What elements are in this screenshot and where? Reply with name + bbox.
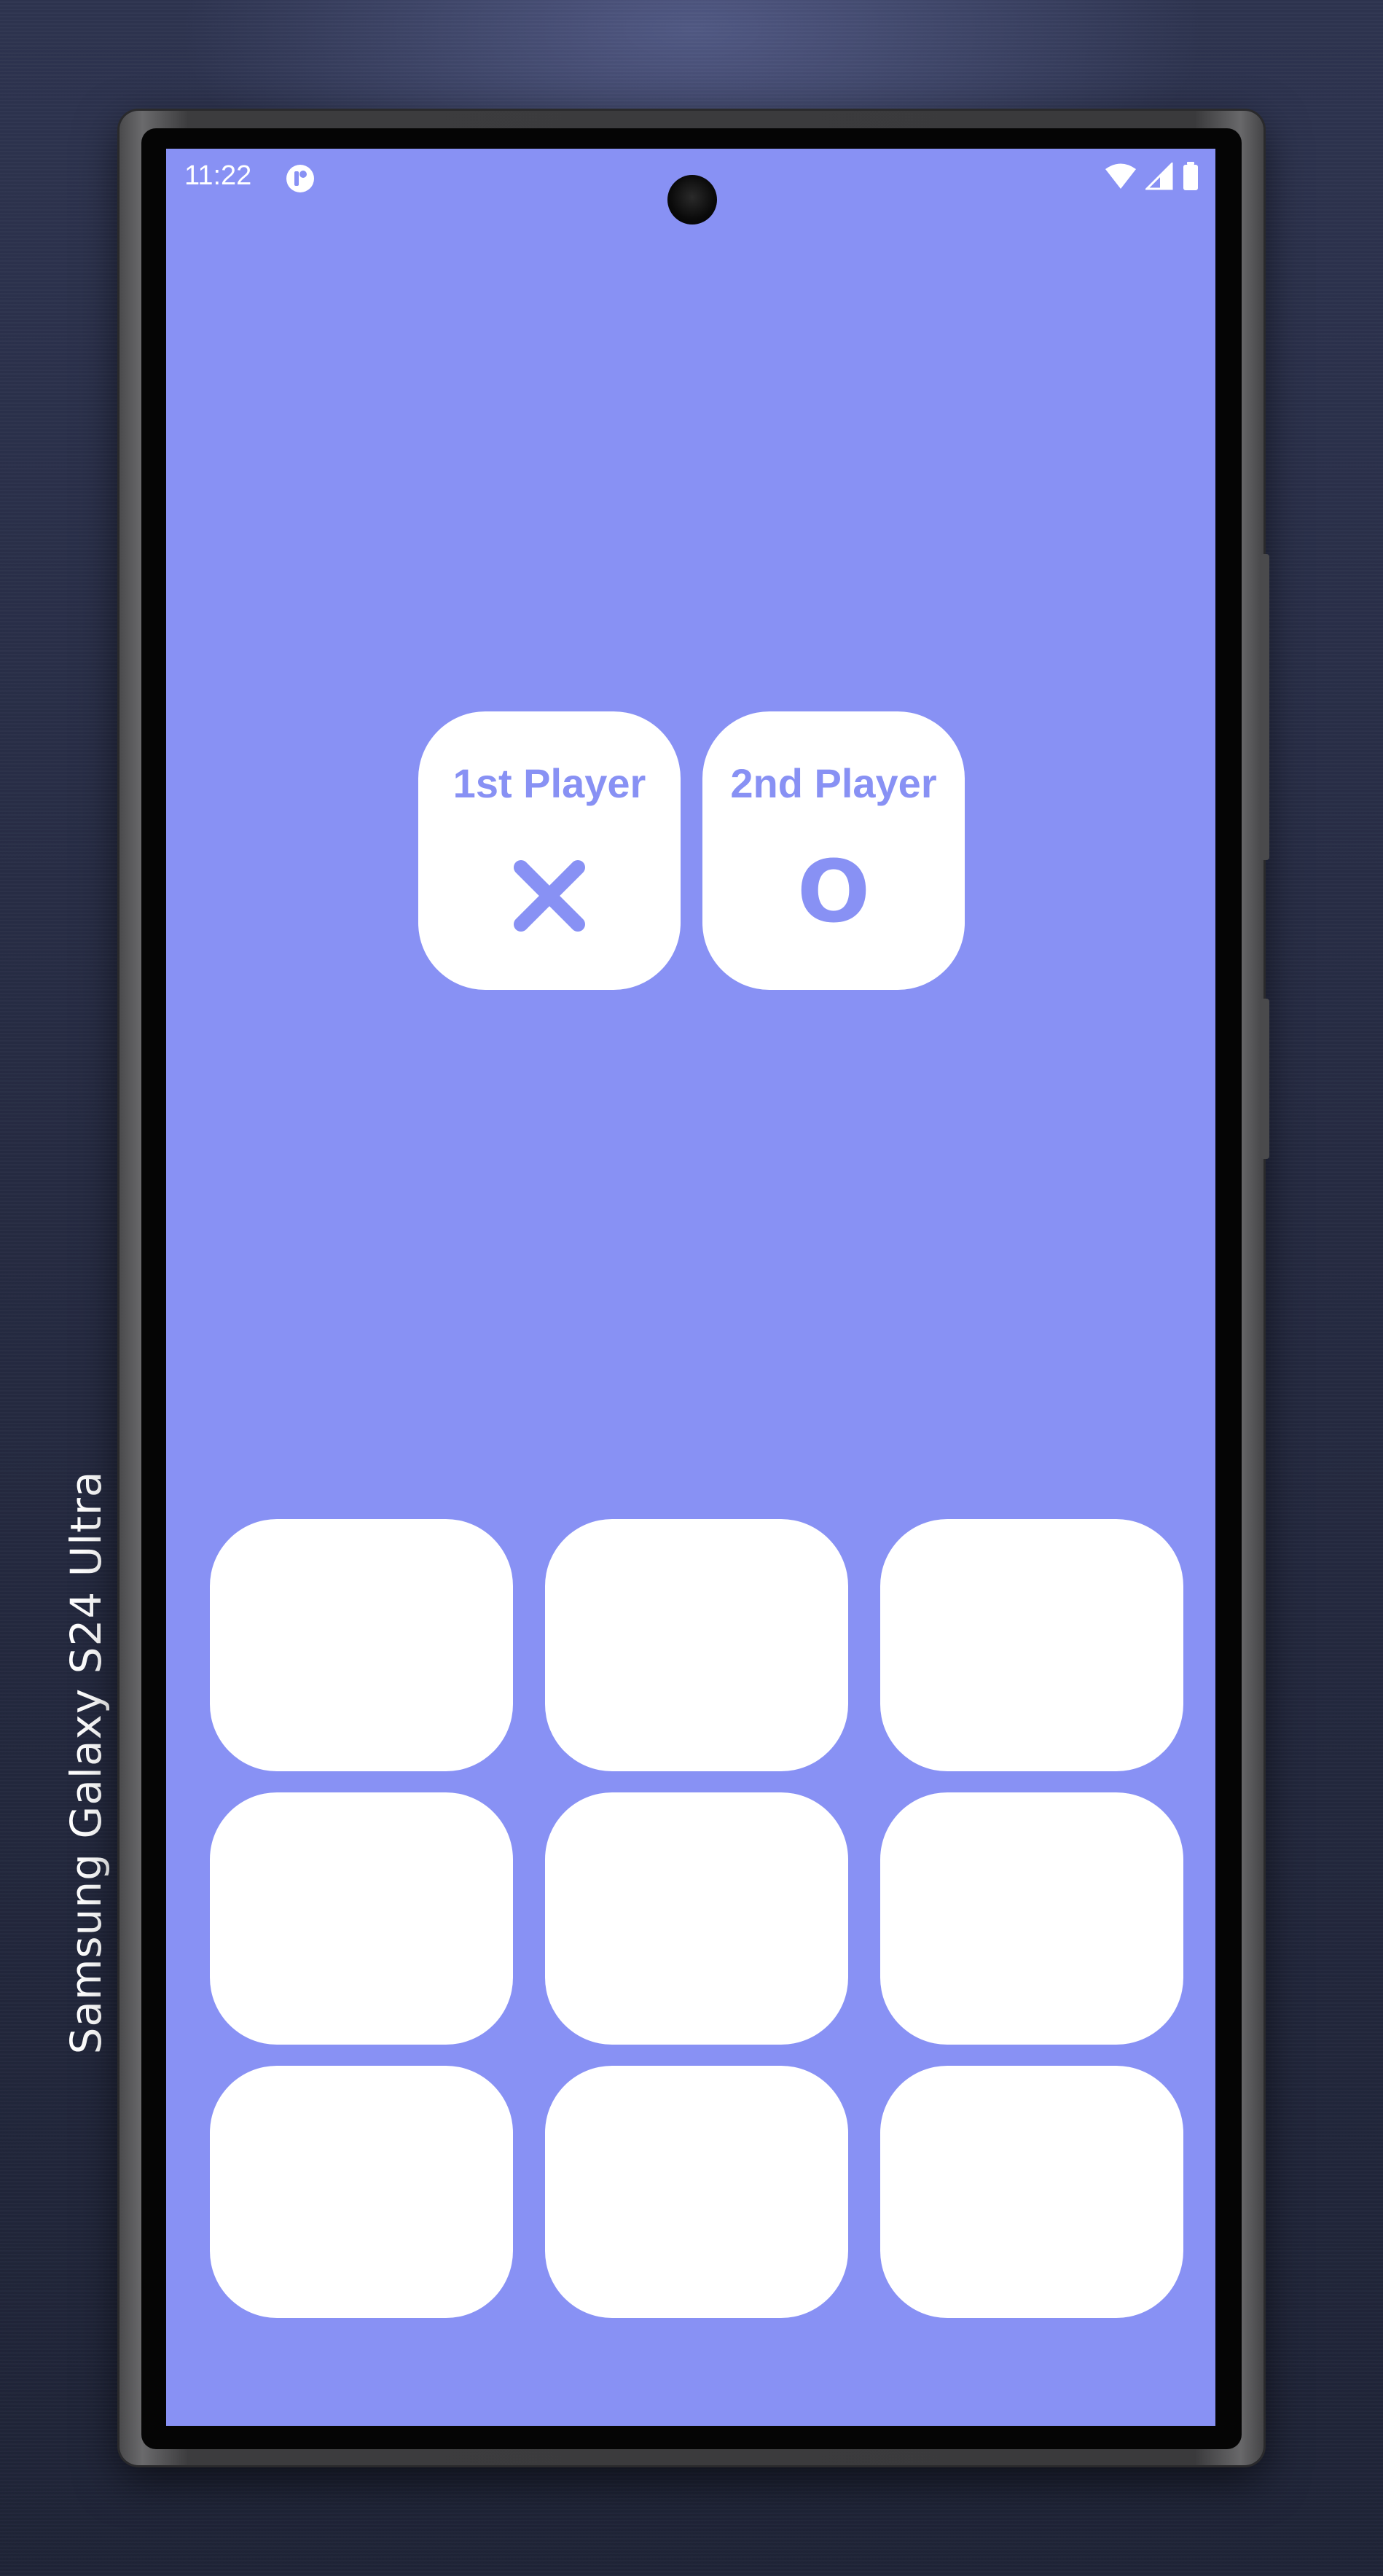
game-board xyxy=(210,1519,1183,2318)
front-camera xyxy=(667,175,717,225)
player-card-second: 2nd Player O xyxy=(702,711,965,990)
signal-icon xyxy=(1144,161,1173,194)
player-label: 1st Player xyxy=(452,760,646,806)
board-cell-1-2[interactable] xyxy=(545,1519,848,1771)
board-cell-3-1[interactable] xyxy=(210,2066,513,2318)
status-bar: 11:22 xyxy=(166,149,1215,225)
app-notification-icon xyxy=(285,163,316,194)
status-time: 11:22 xyxy=(184,160,252,191)
wifi-icon xyxy=(1105,163,1137,194)
o-mark: O xyxy=(796,841,871,942)
player-card-first: 1st Player xyxy=(418,711,681,990)
status-icons xyxy=(1105,161,1199,195)
board-cell-2-3[interactable] xyxy=(880,1792,1183,2045)
board-cell-3-3[interactable] xyxy=(880,2066,1183,2318)
board-cell-3-2[interactable] xyxy=(545,2066,848,2318)
phone-power-button xyxy=(1261,554,1269,860)
device-model-label: Samsung Galaxy S24 Ultra xyxy=(61,1470,111,2055)
player-label: 2nd Player xyxy=(730,760,937,806)
board-cell-1-1[interactable] xyxy=(210,1519,513,1771)
player-cards: 1st Player 2nd Player O xyxy=(418,711,965,990)
x-mark-icon xyxy=(418,857,681,934)
battery-icon xyxy=(1182,162,1199,195)
phone-volume-button xyxy=(1261,999,1269,1159)
board-cell-1-3[interactable] xyxy=(880,1519,1183,1771)
board-cell-2-2[interactable] xyxy=(545,1792,848,2045)
app-screen: 11:22 1st Player 2nd Player O xyxy=(166,149,1215,2426)
board-cell-2-1[interactable] xyxy=(210,1792,513,2045)
